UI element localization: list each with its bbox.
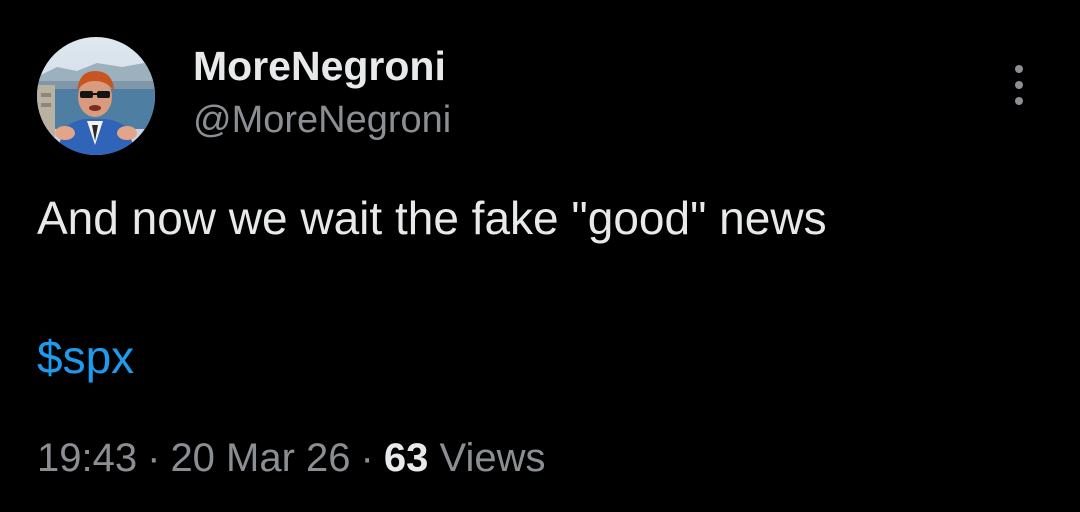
- meta-separator: ·: [360, 436, 374, 480]
- avatar-image: [37, 37, 155, 155]
- cashtag-link[interactable]: $spx: [37, 329, 134, 385]
- avatar[interactable]: [37, 37, 155, 155]
- views-count[interactable]: 63: [384, 436, 429, 480]
- author-display-name[interactable]: MoreNegroni: [193, 42, 446, 90]
- tweet-time[interactable]: 19:43: [37, 436, 137, 480]
- tweet-date[interactable]: 20 Mar 26: [170, 436, 350, 480]
- tweet-meta: 19:43 · 20 Mar 26 · 63 Views: [37, 433, 545, 483]
- meta-separator: ·: [147, 436, 161, 480]
- more-options-icon[interactable]: [1004, 60, 1034, 110]
- tweet-card: MoreNegroni @MoreNegroni And now we wait…: [0, 0, 1080, 512]
- views-label: Views: [439, 436, 546, 480]
- author-handle[interactable]: @MoreNegroni: [193, 97, 451, 143]
- tweet-text: And now we wait the fake "good" news: [37, 192, 827, 244]
